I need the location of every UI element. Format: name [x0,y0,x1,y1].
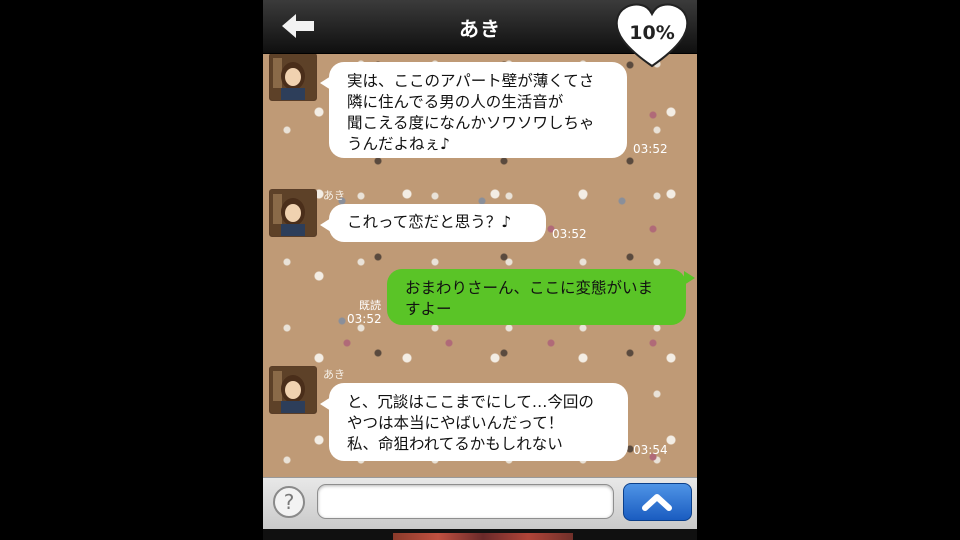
avatar-portrait-icon [270,190,316,236]
avatar-portrait-icon [270,54,316,100]
message-time: 03:52 [633,142,668,156]
message-bubble[interactable]: 実は、ここのアパート壁が薄くてさ 隣に住んでる男の人の生活音が 聞こえる度になん… [320,62,627,158]
avatar[interactable] [269,53,317,101]
chevron-up-icon [642,494,672,511]
help-button[interactable]: ? [273,486,305,518]
avatar[interactable] [269,189,317,237]
message-bubble-sent[interactable]: おまわりさーん、ここに変態がいま すよー [387,269,695,325]
read-receipt: 既読 [359,299,381,312]
message-bubble[interactable]: これって恋だと思う？♪ [320,204,546,242]
avatar-portrait-icon [270,367,316,413]
message-bubble[interactable]: と、冗談はここまでにして…今回の やつは本当にやばいんだって！ 私、命狙われてる… [320,383,628,461]
chat-area[interactable]: 実は、ここのアパート壁が薄くてさ 隣に住んでる男の人の生活音が 聞こえる度になん… [263,53,697,477]
affection-badge: 10% [613,2,693,70]
help-icon: ? [283,490,295,514]
phone-screen: 実は、ここのアパート壁が薄くてさ 隣に住んでる男の人の生活音が 聞こえる度になん… [263,0,697,540]
image-strip [393,533,573,540]
input-bar: ? [263,477,697,530]
message-time: 03:54 [633,443,668,457]
message-time: 03:52 [552,227,587,241]
avatar[interactable] [269,366,317,414]
sender-name: あき [323,189,345,202]
message-time: 03:52 [347,312,382,326]
message-input[interactable] [317,484,614,519]
sender-name: あき [323,368,345,381]
affection-percent: 10% [629,22,675,44]
send-button[interactable] [623,483,692,521]
